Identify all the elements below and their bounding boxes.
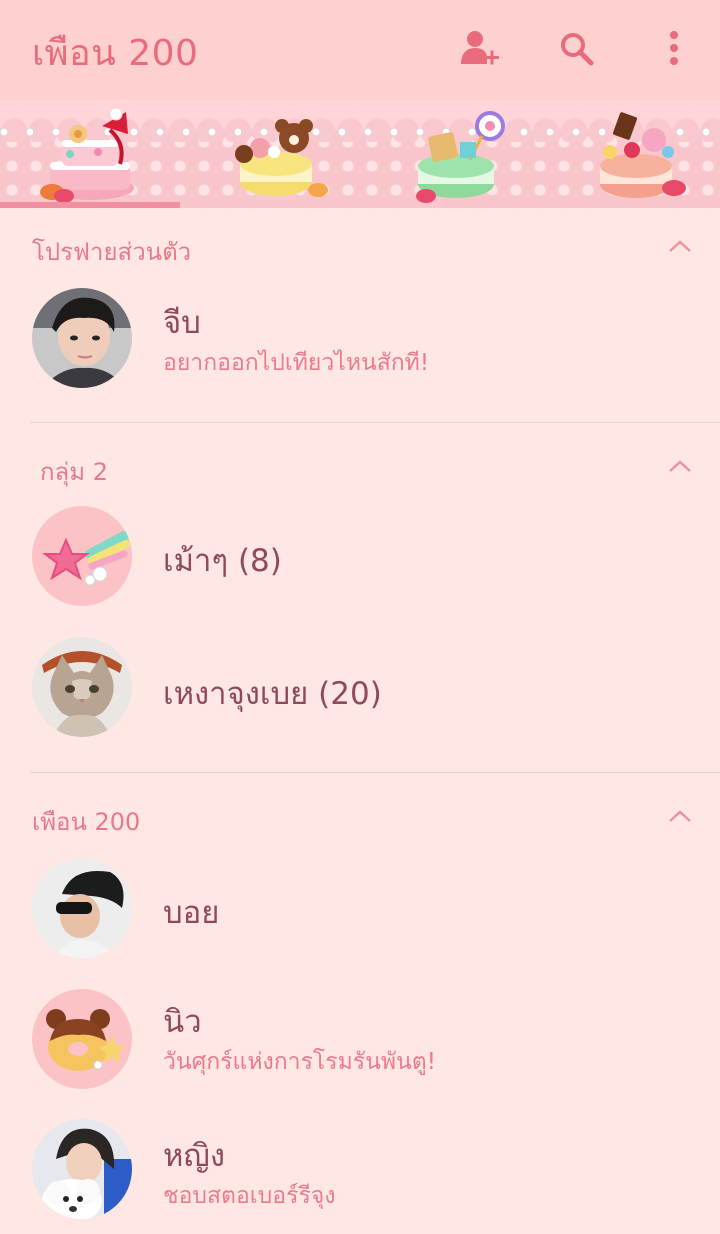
app-header: เพือน 200 (0, 0, 720, 100)
more-vertical-icon[interactable] (652, 26, 696, 70)
status-message: อยากออกไปเทียวไหนสักที! (163, 350, 430, 376)
group-name: เม้าๆ (8) (163, 543, 282, 579)
section-label: โปรฟายส่วนตัว (32, 238, 192, 266)
friend-row[interactable]: หญิง ชอบสตอเบอร์รีจุง (0, 1104, 720, 1234)
friend-name: บอย (163, 895, 220, 931)
friend-avatar (32, 858, 132, 958)
tab-friends[interactable] (0, 100, 180, 208)
page-title: เพือน 200 (32, 33, 199, 74)
section-label: กลุ่ม 2 (40, 458, 108, 486)
macaron-candy-icon (600, 112, 686, 198)
friend-name: หญิง (163, 1138, 225, 1174)
friend-name: จีบ (163, 305, 201, 341)
my-profile-row[interactable]: จีบ อยากออกไปเทียวไหนสักที! (0, 273, 720, 403)
macaron-lollipop-icon (416, 111, 505, 203)
status-message: วันศุกร์แห่งการโรมรันพันตู! (163, 1049, 436, 1075)
group-name: เหงาจุงเบย (20) (163, 676, 382, 712)
chevron-up-icon[interactable] (666, 236, 694, 256)
group-row[interactable]: เม้าๆ (8) (0, 491, 720, 621)
add-friend-icon[interactable] (456, 26, 500, 70)
chevron-up-icon[interactable] (666, 456, 694, 476)
tab-more[interactable] (540, 100, 720, 208)
chevron-up-icon[interactable] (666, 806, 694, 826)
friend-row[interactable]: นิว วันศุกร์แห่งการโรมรันพันตู! (0, 974, 720, 1104)
friend-avatar (32, 989, 132, 1089)
cake-icon (40, 107, 134, 203)
friend-avatar (32, 1119, 132, 1219)
search-icon[interactable] (554, 26, 598, 70)
tab-timeline[interactable] (360, 100, 540, 208)
section-label: เพือน 200 (32, 808, 141, 836)
group-row[interactable]: เหงาจุงเบย (20) (0, 622, 720, 752)
tab-bar (0, 100, 720, 208)
avatar (32, 288, 132, 388)
macaron-bear-icon (235, 119, 328, 197)
divider (30, 422, 720, 423)
tab-chats[interactable] (180, 100, 360, 208)
group-avatar (32, 637, 132, 737)
friend-name: นิว (163, 1004, 202, 1040)
friend-row[interactable]: บอย (0, 843, 720, 973)
status-message: ชอบสตอเบอร์รีจุง (163, 1183, 336, 1209)
divider (30, 772, 720, 773)
group-avatar (32, 506, 132, 606)
